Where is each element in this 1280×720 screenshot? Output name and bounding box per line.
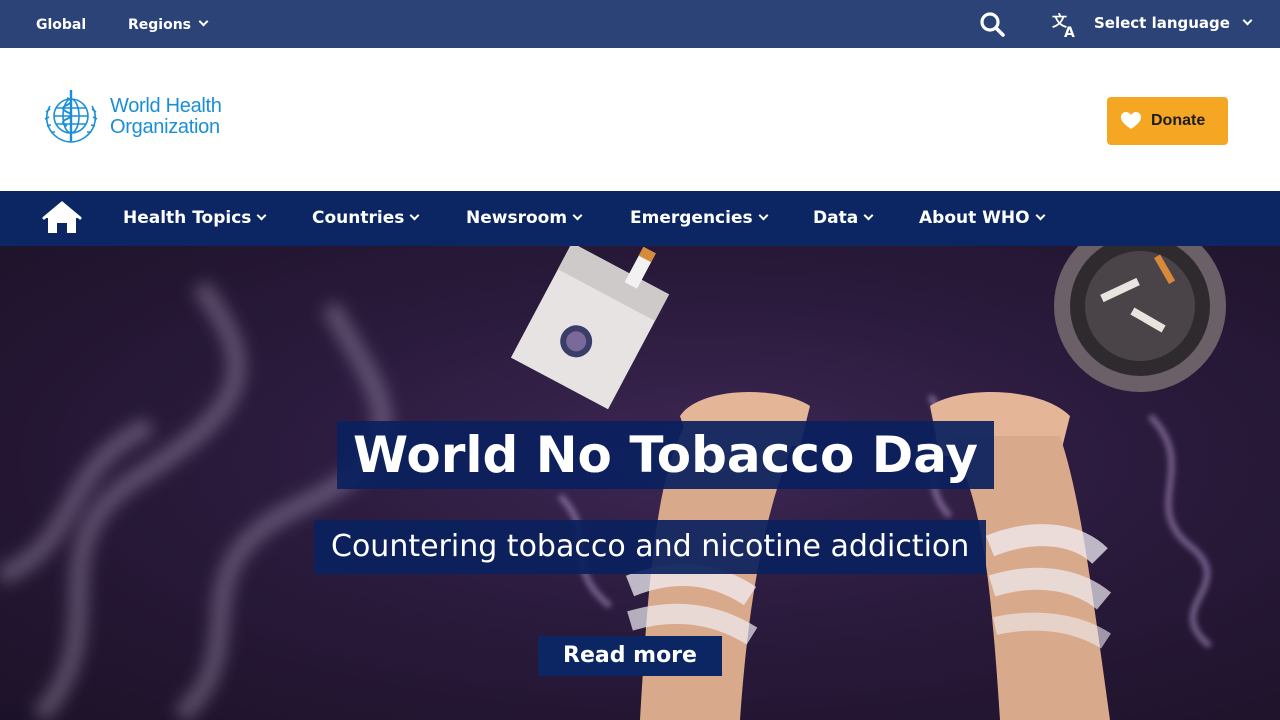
chevron-down-icon	[256, 210, 267, 221]
chevron-down-icon	[409, 210, 420, 221]
global-label: Global	[36, 17, 87, 33]
donate-button[interactable]: Donate	[1107, 97, 1228, 145]
read-more-button[interactable]: Read more	[538, 636, 722, 676]
nav-item-label: Health Topics	[123, 208, 252, 228]
hero-title: World No Tobacco Day	[337, 421, 994, 489]
logo-line-2: Organization	[110, 116, 220, 138]
regions-label: Regions	[128, 17, 192, 33]
nav-item-countries[interactable]: Countries	[312, 208, 420, 228]
top-utility-bar: Global Regions 文 A Select language	[0, 0, 1280, 48]
nav-item-health-topics[interactable]: Health Topics	[123, 208, 267, 228]
nav-item-label: About WHO	[919, 208, 1030, 228]
language-label: Select language	[1094, 14, 1230, 32]
nav-item-data[interactable]: Data	[813, 208, 874, 228]
home-icon[interactable]	[42, 201, 82, 235]
language-selector[interactable]: Select language	[1094, 14, 1253, 32]
nav-item-label: Newsroom	[466, 208, 568, 228]
nav-item-label: Emergencies	[630, 208, 753, 228]
chevron-down-icon	[198, 16, 209, 27]
chevron-down-icon	[1035, 210, 1046, 221]
heart-icon	[1121, 112, 1141, 129]
hero-banner[interactable]: World No Tobacco Day Countering tobacco …	[0, 246, 1280, 720]
chevron-down-icon	[1242, 15, 1253, 26]
translate-icon: 文 A	[1052, 12, 1075, 39]
donate-label: Donate	[1151, 112, 1206, 129]
chevron-down-icon	[572, 210, 583, 221]
nav-item-label: Data	[813, 208, 859, 228]
site-header: World Health Organization Donate	[0, 48, 1280, 191]
who-emblem-icon	[44, 90, 98, 143]
cigarette-pack-illustration	[510, 246, 670, 410]
regions-dropdown[interactable]: Regions	[128, 16, 209, 33]
nav-item-label: Countries	[312, 208, 405, 228]
nav-item-emergencies[interactable]: Emergencies	[630, 208, 769, 228]
logo-line-1: World Health	[110, 95, 222, 117]
nav-item-newsroom[interactable]: Newsroom	[466, 208, 583, 228]
logo-wordmark: World Health Organization	[110, 96, 222, 138]
ashtray-illustration	[1054, 246, 1226, 392]
svg-text:A: A	[1064, 25, 1075, 39]
chevron-down-icon	[758, 210, 769, 221]
nav-item-about-who[interactable]: About WHO	[919, 208, 1046, 228]
who-logo[interactable]: World Health Organization	[38, 86, 238, 148]
search-icon[interactable]	[978, 10, 1006, 38]
global-link[interactable]: Global	[36, 17, 86, 33]
chevron-down-icon	[863, 210, 874, 221]
hero-subtitle: Countering tobacco and nicotine addictio…	[314, 520, 987, 574]
main-navigation: Health Topics Countries Newsroom Emergen…	[0, 191, 1280, 246]
